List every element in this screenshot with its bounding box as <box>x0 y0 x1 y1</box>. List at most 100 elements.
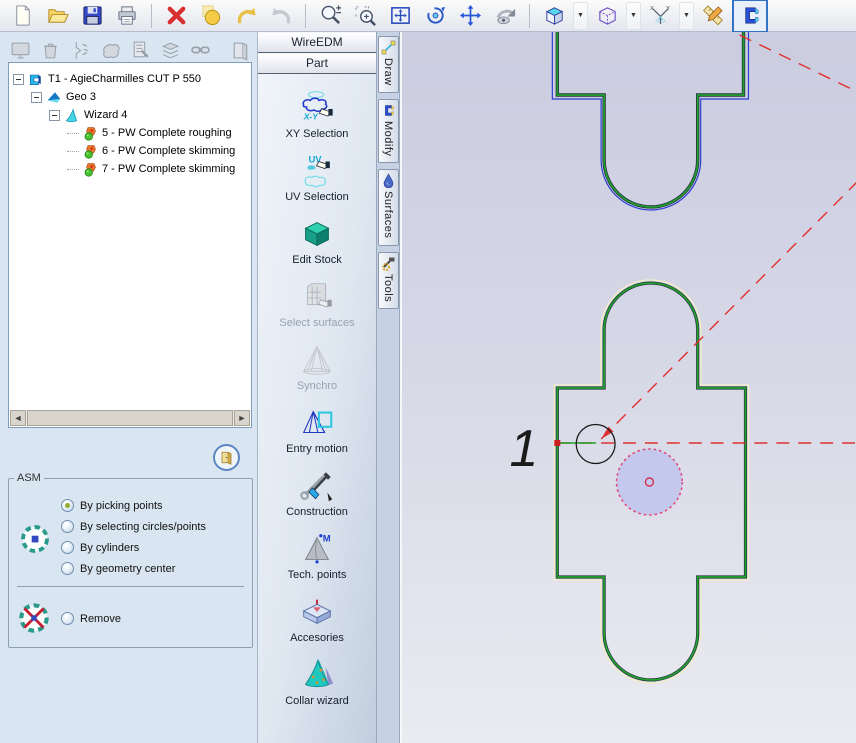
xy-selection-icon: X-Y <box>296 89 338 127</box>
previous-view-button[interactable] <box>489 1 521 31</box>
print-button[interactable] <box>111 1 143 31</box>
synchro-icon <box>296 341 338 379</box>
shaded-cube-icon <box>543 4 566 27</box>
save-button[interactable] <box>76 1 108 31</box>
wireedm-module-button[interactable] <box>732 0 768 33</box>
redo-button[interactable] <box>265 1 297 31</box>
module-header-part[interactable]: Part <box>258 53 376 74</box>
exit-dialog-button[interactable] <box>213 444 240 471</box>
wire-path-button[interactable] <box>70 40 91 61</box>
tree-item-wizard-4[interactable]: Wizard 4 <box>9 106 251 124</box>
module-item-collar-wizard[interactable]: Collar wizard <box>258 656 376 719</box>
asm-option-by-selecting-circles-points[interactable]: By selecting circles/points <box>61 516 248 537</box>
wireedm-application-window: ▼ ▼ XY ▼ T1 - AgieCharmilles CUT P 550Geo 3… <box>0 0 856 743</box>
show-on-screen-button[interactable] <box>10 40 31 61</box>
asm-option-by-geometry-center[interactable]: By geometry center <box>61 558 248 579</box>
pan-view-button[interactable] <box>454 1 486 31</box>
tree-item-7-pw-complete-skimming[interactable]: 7 - PW Complete skimming <box>9 160 251 178</box>
wireframe-view-button[interactable] <box>591 1 623 31</box>
new-file-button[interactable] <box>6 1 38 31</box>
svg-text:Y: Y <box>666 6 670 12</box>
toolbar-separator <box>151 4 152 28</box>
thread-point-circle[interactable] <box>576 425 615 464</box>
scroll-left-button[interactable]: ◄ <box>10 410 26 426</box>
graphics-viewport[interactable]: 1 <box>400 32 856 743</box>
asm-point-circle[interactable] <box>617 449 683 515</box>
by-selecting-circles-points-radio[interactable] <box>61 520 74 533</box>
link-button[interactable] <box>190 40 211 61</box>
shaded-view-button[interactable] <box>538 1 570 31</box>
zoom-dynamic-button[interactable] <box>314 1 346 31</box>
module-item-label: Edit Stock <box>292 254 342 266</box>
tab-label: Tools <box>382 274 394 302</box>
tab-label: Draw <box>382 58 394 86</box>
tree-item-t1-agiecharmilles-cut-p-550[interactable]: T1 - AgieCharmilles CUT P 550 <box>9 70 251 88</box>
module-item-uv-selection[interactable]: UVUV Selection <box>258 152 376 215</box>
axes-display-button[interactable]: XY <box>644 1 676 31</box>
tab-tools[interactable]: Tools <box>378 252 399 309</box>
module-item-entry-motion[interactable]: Entry motion <box>258 404 376 467</box>
start-point-marker[interactable] <box>554 440 560 446</box>
by-cylinders-radio[interactable] <box>61 541 74 554</box>
module-item-select-surfaces: Select surfaces <box>258 278 376 341</box>
module-item-construction[interactable]: Construction <box>258 467 376 530</box>
delete-item-button[interactable] <box>40 40 61 61</box>
axes-display-button-dropdown[interactable]: ▼ <box>679 2 694 30</box>
module-item-accesories[interactable]: Accesories <box>258 593 376 656</box>
process-tree[interactable]: T1 - AgieCharmilles CUT P 550Geo 3Wizard… <box>8 62 252 428</box>
remove-radio[interactable] <box>61 612 74 625</box>
construction-line-upper <box>740 35 856 94</box>
layers-button[interactable] <box>160 40 181 61</box>
scrollbar-thumb[interactable] <box>27 410 233 426</box>
module-item-synchro: Synchro <box>258 341 376 404</box>
save-icon <box>81 4 104 27</box>
report-button[interactable] <box>130 40 151 61</box>
zoom-window-button[interactable] <box>349 1 381 31</box>
tech-points-icon: M <box>296 530 338 568</box>
tree-horizontal-scrollbar[interactable]: ◄ ► <box>10 410 250 426</box>
circle-tool-button[interactable] <box>195 1 227 31</box>
part-contour-top[interactable] <box>557 32 743 207</box>
operation-icon <box>82 162 97 177</box>
tree-expand-toggle[interactable] <box>31 92 42 103</box>
wireframe-view-button-dropdown[interactable]: ▼ <box>626 2 641 30</box>
asm-option-by-cylinders[interactable]: By cylinders <box>61 537 248 558</box>
tree-expand-toggle[interactable] <box>13 74 24 85</box>
collapse-panel-button[interactable] <box>230 40 251 61</box>
asm-option-remove[interactable]: Remove <box>61 608 121 629</box>
tree-item-label: 7 - PW Complete skimming <box>102 163 235 175</box>
stock-display-button[interactable] <box>100 40 121 61</box>
tab-draw[interactable]: Draw <box>378 36 399 93</box>
module-item-xy-selection[interactable]: X-YXY Selection <box>258 89 376 152</box>
undo-button[interactable] <box>230 1 262 31</box>
tree-expand-toggle[interactable] <box>49 110 60 121</box>
tree-item-geo-3[interactable]: Geo 3 <box>9 88 251 106</box>
door-icon <box>219 450 234 465</box>
by-picking-points-radio[interactable] <box>61 499 74 512</box>
wireedm-stage-panel: WireEDM Part X-YXY SelectionUVUV Selecti… <box>258 32 377 743</box>
tab-modify[interactable]: Modify <box>378 99 399 163</box>
asm-groupbox: ASM By picking pointsBy selecting circle… <box>8 478 253 648</box>
open-file-button[interactable] <box>41 1 73 31</box>
tree-item-6-pw-complete-skimming[interactable]: 6 - PW Complete skimming <box>9 142 251 160</box>
module-item-tech-points[interactable]: MTech. points <box>258 530 376 593</box>
by-geometry-center-radio[interactable] <box>61 562 74 575</box>
measure-button[interactable] <box>697 1 729 31</box>
delete-button[interactable] <box>160 1 192 31</box>
geometry-icon <box>46 90 61 105</box>
module-item-edit-stock[interactable]: Edit Stock <box>258 215 376 278</box>
module-header-wireedm[interactable]: WireEDM <box>258 32 376 53</box>
rotate-view-icon <box>424 4 447 27</box>
shaded-view-button-dropdown[interactable]: ▼ <box>573 2 588 30</box>
axes-icon: XY <box>649 4 672 27</box>
zoom-fit-button[interactable] <box>384 1 416 31</box>
asm-option-by-picking-points[interactable]: By picking points <box>61 495 248 516</box>
module-item-label: XY Selection <box>286 128 349 140</box>
scroll-right-button[interactable]: ► <box>234 410 250 426</box>
rotate-view-button[interactable] <box>419 1 451 31</box>
collar-wizard-icon <box>296 656 338 694</box>
tree-item-label: 6 - PW Complete skimming <box>102 145 235 157</box>
tab-surfaces[interactable]: Surfaces <box>378 169 399 245</box>
tree-item-5-pw-complete-roughing[interactable]: 5 - PW Complete roughing <box>9 124 251 142</box>
asm-option-label: By cylinders <box>80 542 139 554</box>
